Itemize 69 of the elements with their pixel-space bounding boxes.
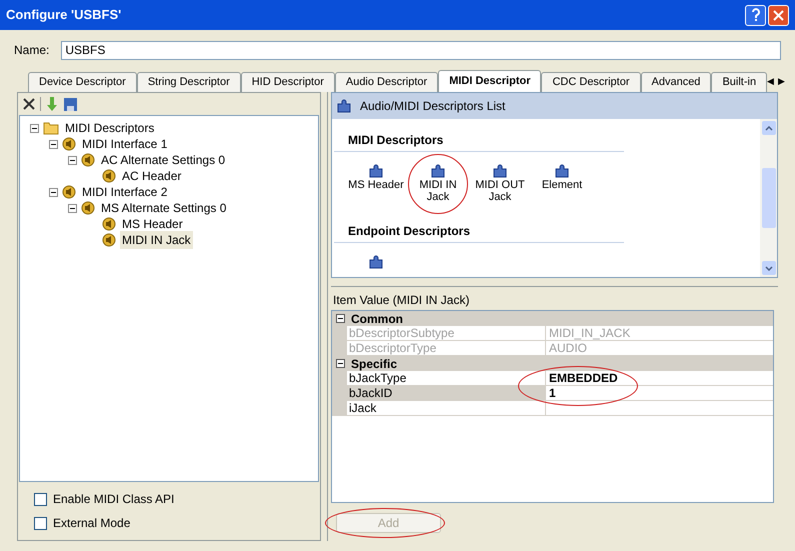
collapse-toggle[interactable]	[30, 124, 39, 132]
speaker-icon	[81, 201, 95, 215]
close-icon[interactable]	[768, 4, 789, 26]
collapse-toggle[interactable]	[336, 314, 345, 323]
tree-item[interactable]: MS Header	[120, 215, 185, 233]
descriptor-item[interactable]: MS Header	[346, 154, 406, 214]
list-title: Audio/MIDI Descriptors List	[360, 98, 506, 115]
puzzle-icon	[368, 254, 384, 270]
collapse-toggle[interactable]	[49, 188, 58, 196]
tree-item[interactable]: AC Header	[120, 167, 184, 185]
tab[interactable]: Audio Descriptor	[334, 72, 438, 92]
window-title: Configure 'USBFS'	[6, 6, 122, 24]
tab[interactable]: CDC Descriptor	[541, 72, 640, 92]
property-name[interactable]: bJackType	[347, 371, 546, 385]
speaker-icon	[102, 233, 116, 247]
tab-scroll-left[interactable]: ◀	[767, 74, 774, 88]
category-label: Specific	[350, 356, 398, 372]
collapse-toggle[interactable]	[336, 359, 345, 368]
category-label: Common	[350, 310, 403, 328]
tab[interactable]: String Descriptor	[136, 72, 241, 92]
puzzle-icon	[368, 163, 384, 179]
checkbox-label: Enable MIDI Class API	[53, 491, 174, 508]
checkbox[interactable]	[34, 492, 47, 506]
property-value[interactable]: 1	[549, 386, 556, 401]
section-heading: Endpoint Descriptors	[334, 222, 624, 243]
property-name[interactable]: iJack	[347, 401, 546, 415]
tree-item[interactable]: MIDI Interface 2	[80, 183, 170, 201]
name-field[interactable]: USBFS	[61, 40, 781, 60]
puzzle-icon	[492, 163, 508, 179]
tab[interactable]: Advanced	[640, 72, 712, 92]
puzzle-icon	[336, 98, 352, 114]
checkbox[interactable]	[34, 516, 47, 530]
descriptor-item[interactable]: Element	[532, 154, 592, 214]
delete-icon[interactable]	[22, 97, 36, 111]
tree-item[interactable]: MIDI Descriptors	[63, 119, 156, 137]
descriptor-item[interactable]: MIDI IN Jack	[408, 154, 468, 214]
section-heading: MIDI Descriptors	[334, 131, 624, 152]
save-icon[interactable]	[63, 96, 78, 112]
scroll-up-icon[interactable]	[762, 121, 776, 135]
tree-item[interactable]: MIDI Interface 1	[80, 135, 170, 153]
property-name[interactable]: bJackID	[347, 386, 546, 400]
puzzle-icon	[554, 163, 570, 179]
help-icon[interactable]	[745, 4, 766, 26]
collapse-toggle[interactable]	[68, 204, 77, 212]
tree-item[interactable]: MS Alternate Settings 0	[99, 199, 228, 217]
scrollbar[interactable]	[760, 119, 777, 277]
speaker-icon	[102, 169, 116, 183]
folder-icon	[43, 120, 59, 136]
tab[interactable]: Built-in	[711, 72, 768, 92]
tab-scroll-right[interactable]: ▶	[778, 74, 786, 88]
speaker-icon	[62, 185, 76, 199]
puzzle-icon	[430, 163, 446, 179]
speaker-icon	[62, 137, 76, 151]
speaker-icon	[81, 153, 95, 167]
tab[interactable]: MIDI Descriptor	[438, 70, 542, 92]
descriptor-item[interactable]: MIDI OUT Jack	[470, 154, 530, 214]
name-label: Name:	[14, 42, 50, 59]
tree-item[interactable]: AC Alternate Settings 0	[99, 151, 228, 169]
scroll-thumb[interactable]	[762, 168, 776, 228]
item-value-title: Item Value (MIDI IN Jack)	[332, 293, 470, 307]
speaker-icon	[102, 217, 116, 231]
tab[interactable]: Device Descriptor	[28, 72, 137, 92]
collapse-toggle[interactable]	[68, 156, 77, 164]
property-value[interactable]: EMBEDDED	[549, 371, 618, 386]
tree-item[interactable]: MIDI IN Jack	[120, 231, 193, 249]
scroll-down-icon[interactable]	[762, 261, 776, 275]
checkbox-label: External Mode	[53, 515, 130, 532]
tab[interactable]: HID Descriptor	[240, 72, 335, 92]
collapse-toggle[interactable]	[49, 140, 58, 148]
